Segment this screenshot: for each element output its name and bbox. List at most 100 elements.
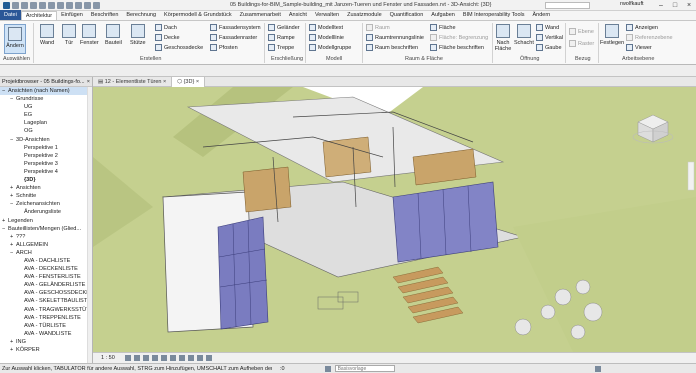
browser-node[interactable]: − Ansichten (nach Namen) [0,87,92,96]
browser-node[interactable]: AVA - GESCHOSSDECKE [0,289,92,297]
tab-close-icon[interactable]: × [163,79,166,85]
room-button[interactable]: Raum [366,24,390,31]
browser-node[interactable]: Änderungsliste [0,208,92,216]
group-label-erstellen[interactable]: Erstellen [140,56,161,62]
browser-scrollbar[interactable] [87,87,92,363]
area-button[interactable]: Fläche [430,24,456,31]
opening-by-face-button[interactable]: Nach Fläche [495,24,511,52]
reveal-hidden-icon[interactable] [205,355,212,361]
tab-close-icon[interactable]: × [196,79,199,85]
browser-node[interactable]: AVA - WANDLISTE [0,330,92,338]
group-label-arbeitsebene[interactable]: Arbeitsebene [622,56,654,62]
wall-opening-button[interactable]: Wand [536,24,559,31]
tag-room-button[interactable]: Raum beschriften [366,44,418,51]
tab-zusammenarbeit[interactable]: Zusammenarbeit [236,11,285,20]
tab-aendern[interactable]: Ändern [529,11,555,20]
tab-architektur[interactable]: Architektur [20,11,58,20]
browser-node[interactable]: + ING [0,338,92,346]
browser-node[interactable]: AVA - FENSTERLISTE [0,273,92,281]
tab-beschriften[interactable]: Beschriften [87,11,123,20]
browser-node[interactable]: + Ansichten [0,184,92,192]
browser-node[interactable]: − Zeichenansichten [0,200,92,208]
model-group-button[interactable]: Modellgruppe [309,44,351,51]
redo-icon[interactable] [39,1,46,9]
browser-node[interactable]: AVA - GELÄNDERLISTE [0,281,92,289]
group-label-erschliessung[interactable]: Erschließung [271,56,303,62]
search-field[interactable] [545,2,590,9]
crop-view-icon[interactable] [169,355,176,361]
browser-node[interactable]: Lageplan [0,119,92,127]
design-options-icon[interactable] [324,365,331,372]
modify-button[interactable]: Ändern [4,24,26,54]
tab-zusatzmodule[interactable]: Zusatzmodule [343,11,386,20]
close-hidden-icon[interactable] [93,1,100,9]
browser-node[interactable]: Perspektive 3 [0,160,92,168]
group-label-raum-flaeche[interactable]: Raum & Fläche [405,56,443,62]
browser-node[interactable]: − Grundrisse [0,95,92,103]
browser-node[interactable]: − ARCH [0,249,92,257]
browser-node[interactable]: + ALLGEMEIN [0,241,92,249]
viewer-button[interactable]: Viewer [626,44,652,51]
area-boundary-button[interactable]: Fläche: Begrenzung [430,34,488,41]
show-workplane-button[interactable]: Anzeigen [626,24,658,31]
app-logo-icon[interactable] [3,1,10,9]
3d-viewport[interactable] [93,87,696,352]
close-panel-icon[interactable]: × [87,77,90,87]
filter-icon[interactable] [594,365,601,372]
detail-level-icon[interactable] [124,355,131,361]
maximize-icon[interactable]: □ [668,0,682,11]
text-icon[interactable] [75,1,82,9]
browser-node[interactable]: {3D} [0,176,92,184]
browser-node[interactable]: AVA - DACHLISTE [0,257,92,265]
save-icon[interactable] [21,1,28,9]
group-label-modell[interactable]: Modell [326,56,342,62]
browser-node[interactable]: UG [0,103,92,111]
mullion-button[interactable]: Pfosten [210,44,238,51]
browser-node[interactable]: AVA - DECKENLISTE [0,265,92,273]
lock-view-icon[interactable] [187,355,194,361]
temporary-hide-icon[interactable] [196,355,203,361]
grid-button[interactable]: Raster [569,40,594,47]
component-button[interactable]: Bauteil [105,24,122,46]
tab-koerpermodell[interactable]: Körpermodell & Grundstück [160,11,236,20]
visual-style-icon[interactable] [133,355,140,361]
tab-datei[interactable]: Datei [0,10,21,20]
room-separator-button[interactable]: Raumtrennungslinie [366,34,424,41]
browser-node[interactable]: Perspektive 4 [0,168,92,176]
model-field[interactable]: Basisvorlage [334,365,395,372]
browser-node[interactable]: −3D-Ansichten [0,136,92,144]
open-icon[interactable] [12,1,19,9]
model-text-button[interactable]: Modelltext [309,24,343,31]
browser-node[interactable]: + KÖRPER [0,346,92,354]
set-workplane-button[interactable]: Festlegen [600,24,624,46]
browser-node[interactable]: +??? [0,233,92,241]
tab-3d-view[interactable]: ⬡ {3D} × [172,77,206,87]
tab-einfuegen[interactable]: Einfügen [57,11,87,20]
tab-ansicht[interactable]: Ansicht [285,11,311,20]
railing-button[interactable]: Geländer [268,24,300,31]
roof-button[interactable]: Dach [155,24,177,31]
browser-node[interactable]: AVA - SKELETTBAULISTE [0,297,92,305]
ref-plane-button[interactable]: Referenzebene [626,34,673,41]
shadows-icon[interactable] [151,355,158,361]
show-crop-icon[interactable] [178,355,185,361]
browser-node[interactable]: + Schnitte [0,192,92,200]
print-icon[interactable] [48,1,55,9]
browser-node[interactable]: Perspektive 1 [0,144,92,152]
floor-button[interactable]: Geschossdecke [155,44,203,51]
group-label-bezug[interactable]: Bezug [575,56,591,62]
ceiling-button[interactable]: Decke [155,34,180,41]
scale-label[interactable]: 1 : 50 [101,355,115,361]
curtain-grid-button[interactable]: Fassadenraster [210,34,257,41]
browser-node[interactable]: EG [0,111,92,119]
browser-node[interactable]: Perspektive 2 [0,152,92,160]
navigation-bar[interactable] [687,161,695,191]
tab-bim-interop[interactable]: BIM Interoperability Tools [459,11,529,20]
door-button[interactable]: Tür [62,24,76,46]
tab-verwalten[interactable]: Verwalten [311,11,343,20]
column-button[interactable]: Stütze [130,24,146,46]
render-icon[interactable] [160,355,167,361]
tab-quantification[interactable]: Quantification [386,11,428,20]
curtain-system-button[interactable]: Fassadensystem [210,24,261,31]
stair-button[interactable]: Treppe [268,44,294,51]
